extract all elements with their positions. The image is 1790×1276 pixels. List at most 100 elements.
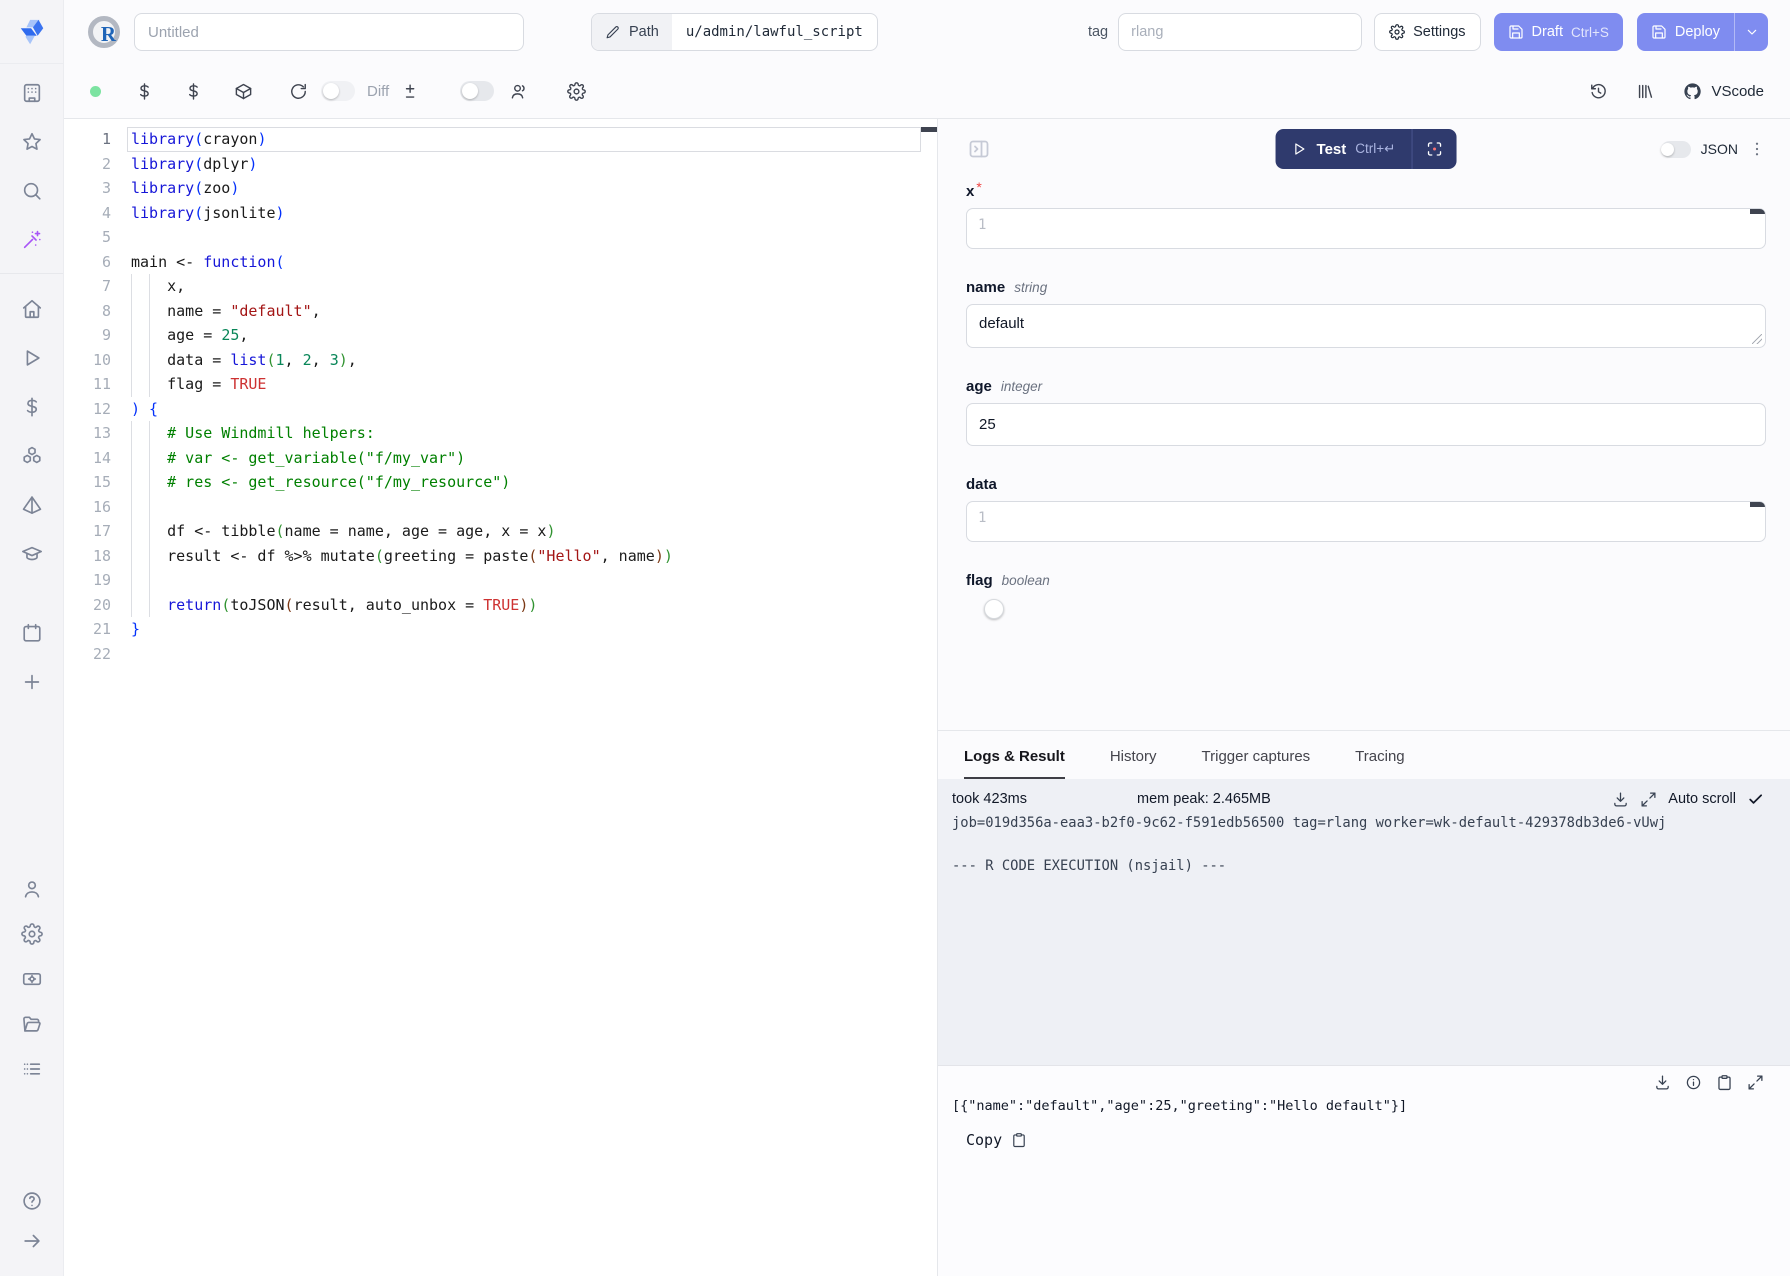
test-button[interactable]: Test Ctrl+↵ <box>1276 141 1412 158</box>
sidebar-main-group <box>21 298 43 565</box>
tab-trigger-captures[interactable]: Trigger captures <box>1202 731 1311 779</box>
code-line[interactable]: 14 # var <- get_variable("f/my_var") <box>64 446 937 471</box>
download-result-icon[interactable] <box>1654 1074 1671 1091</box>
sidebar-item-workers[interactable] <box>21 968 43 990</box>
preview-toggle[interactable] <box>460 81 494 101</box>
sidebar-item-variables[interactable] <box>21 396 43 418</box>
code-line[interactable]: 12) { <box>64 397 937 422</box>
code-line[interactable]: 18 result <- df %>% mutate(greeting = pa… <box>64 544 937 569</box>
field-age-input[interactable] <box>966 403 1766 446</box>
plus-minus-icon[interactable] <box>401 82 420 101</box>
code-line[interactable]: 2library(dplyr) <box>64 152 937 177</box>
gear-icon[interactable] <box>567 82 586 101</box>
deploy-button[interactable]: Deploy <box>1637 13 1734 51</box>
code-line[interactable]: 17 df <- tibble(name = name, age = age, … <box>64 519 937 544</box>
field-data-input[interactable]: 1 <box>966 501 1766 542</box>
info-icon[interactable] <box>1685 1074 1702 1091</box>
code-line[interactable]: 3library(zoo) <box>64 176 937 201</box>
field-x-input[interactable]: 1 <box>966 208 1766 249</box>
code-line[interactable]: 22 <box>64 642 937 667</box>
deploy-dropdown-button[interactable] <box>1734 13 1768 51</box>
resource-dollar-icon[interactable] <box>184 82 203 101</box>
json-toggle[interactable] <box>1661 141 1691 158</box>
sidebar-item-resources[interactable] <box>21 445 43 467</box>
history-icon[interactable] <box>1589 82 1608 101</box>
code-line[interactable]: 13 # Use Windmill helpers: <box>64 421 937 446</box>
field-label-name: name string <box>966 279 1766 296</box>
expand-result-icon[interactable] <box>1747 1074 1764 1091</box>
pencil-icon <box>605 25 620 40</box>
kebab-menu-icon[interactable] <box>1748 140 1766 158</box>
package-icon[interactable] <box>234 82 253 101</box>
save-icon <box>1651 24 1667 40</box>
expand-logs-icon[interactable] <box>1640 791 1657 808</box>
logs-section: took 423ms mem peak: 2.465MB Auto scroll… <box>938 779 1790 1065</box>
sidebar-item-folders[interactable] <box>21 1013 43 1035</box>
code-line[interactable]: 15 # res <- get_resource("f/my_resource"… <box>64 470 937 495</box>
code-line[interactable]: 5 <box>64 225 937 250</box>
duration-text: took 423ms <box>952 791 1137 807</box>
copy-button[interactable]: Copy <box>966 1131 1764 1149</box>
sidebar-item-account[interactable] <box>21 878 43 900</box>
sidebar-item-workspace[interactable] <box>21 82 43 104</box>
sidebar-item-create[interactable] <box>21 671 43 693</box>
check-icon[interactable] <box>1747 791 1764 808</box>
line-number: 3 <box>64 176 111 201</box>
editor-scrollbar-thumb[interactable] <box>921 127 937 132</box>
code-line[interactable]: 6main <- function( <box>64 250 937 275</box>
edit-path-button[interactable]: Path <box>592 14 672 50</box>
draft-shortcut: Ctrl+S <box>1571 25 1609 40</box>
collapse-panel-icon[interactable] <box>966 137 992 161</box>
code-line[interactable]: 19 <box>64 568 937 593</box>
code-line[interactable]: 20 return(toJSON(result, auto_unbox = TR… <box>64 593 937 618</box>
autoscroll-label[interactable]: Auto scroll <box>1668 791 1736 807</box>
windmill-logo[interactable] <box>0 0 63 64</box>
sidebar-item-home[interactable] <box>21 298 43 320</box>
sidebar-item-settings[interactable] <box>21 923 43 945</box>
users-icon[interactable] <box>510 82 529 101</box>
sidebar-item-learn[interactable] <box>21 543 43 565</box>
collapse-sidebar-icon[interactable] <box>21 1230 43 1252</box>
logs-header: took 423ms mem peak: 2.465MB Auto scroll <box>952 786 1764 812</box>
settings-button[interactable]: Settings <box>1374 13 1480 51</box>
code-line[interactable]: 10 data = list(1, 2, 3), <box>64 348 937 373</box>
copy-result-icon[interactable] <box>1716 1074 1733 1091</box>
help-icon[interactable] <box>21 1190 43 1212</box>
sidebar-item-triggers[interactable] <box>21 494 43 516</box>
tab-history[interactable]: History <box>1110 731 1157 779</box>
vscode-button[interactable]: VScode <box>1683 82 1764 101</box>
tab-logs-result[interactable]: Logs & Result <box>964 731 1065 779</box>
variable-dollar-icon[interactable] <box>135 82 154 101</box>
code-editor[interactable]: 1library(crayon)2library(dplyr)3library(… <box>64 119 938 1276</box>
sidebar-item-audit-logs[interactable] <box>21 1058 43 1080</box>
code-line[interactable]: 7 x, <box>64 274 937 299</box>
download-logs-icon[interactable] <box>1612 791 1629 808</box>
code-line[interactable]: 21} <box>64 617 937 642</box>
ai-wand-icon[interactable] <box>21 229 43 251</box>
code-line[interactable]: 8 name = "default", <box>64 299 937 324</box>
sidebar-item-favorites[interactable] <box>21 131 43 153</box>
tab-tracing[interactable]: Tracing <box>1355 731 1404 779</box>
line-number: 7 <box>64 274 111 299</box>
code-line[interactable]: 9 age = 25, <box>64 323 937 348</box>
diff-toggle[interactable] <box>321 81 355 101</box>
library-icon[interactable] <box>1636 82 1655 101</box>
field-name-input[interactable]: default <box>966 304 1766 348</box>
draft-button[interactable]: Draft Ctrl+S <box>1494 13 1623 51</box>
capture-test-button[interactable] <box>1412 129 1456 169</box>
field-flag-name: flag <box>966 572 993 589</box>
code-line[interactable]: 4library(jsonlite) <box>64 201 937 226</box>
sidebar-item-runs[interactable] <box>21 347 43 369</box>
search-icon[interactable] <box>21 180 43 202</box>
tag-input[interactable] <box>1118 13 1362 51</box>
field-age-type: integer <box>1001 379 1042 394</box>
script-title-input[interactable] <box>134 13 524 51</box>
refresh-icon[interactable] <box>289 82 308 101</box>
code-line[interactable]: 1library(crayon) <box>64 127 937 152</box>
sidebar-item-schedules[interactable] <box>21 622 43 644</box>
field-label-age: age integer <box>966 378 1766 395</box>
args-form: Test Ctrl+↵ JSON <box>938 119 1790 731</box>
code-line[interactable]: 11 flag = TRUE <box>64 372 937 397</box>
save-icon <box>1508 24 1524 40</box>
code-line[interactable]: 16 <box>64 495 937 520</box>
